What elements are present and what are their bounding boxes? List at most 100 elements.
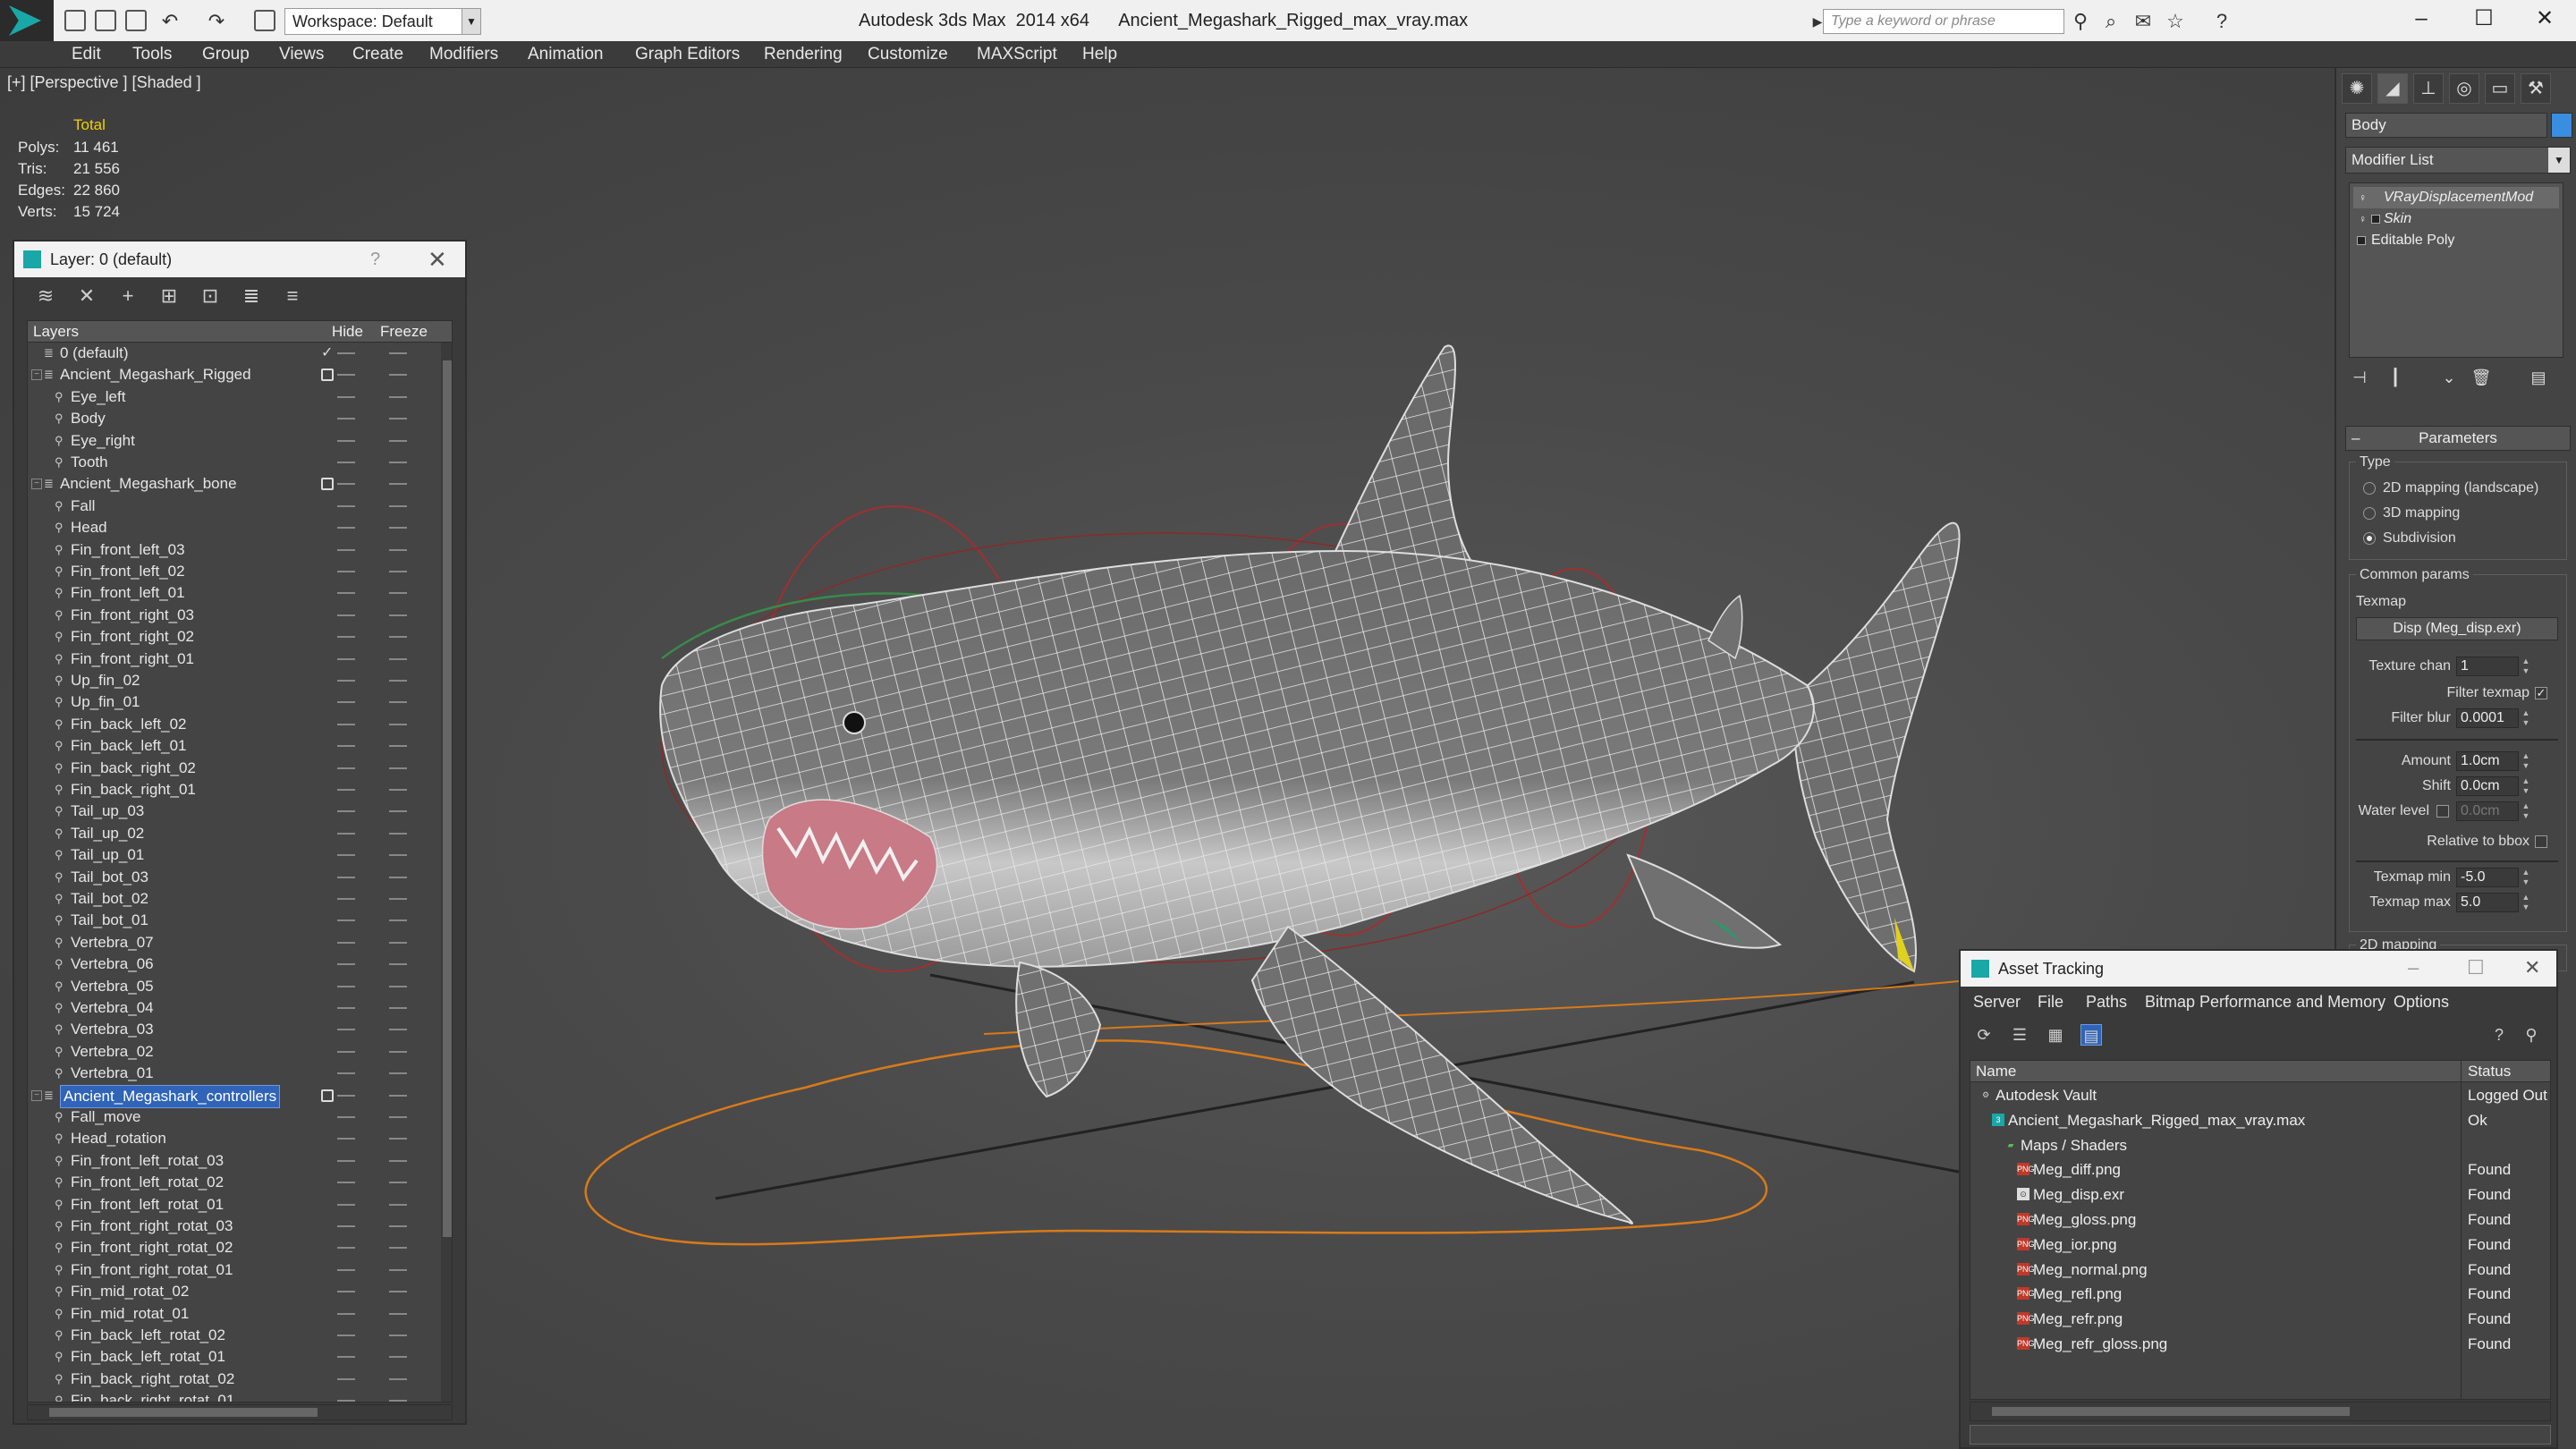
asset-row[interactable]: ⊙ Meg_disp.exr Found — [1970, 1183, 2550, 1207]
hide-toggle[interactable] — [337, 352, 355, 354]
hide-toggle[interactable] — [337, 1268, 355, 1271]
hide-toggle[interactable] — [337, 504, 355, 507]
menu-server[interactable]: Server — [1973, 987, 2021, 1017]
hide-toggle[interactable] — [337, 1138, 355, 1140]
asset-row[interactable]: PNG Meg_ior.png Found — [1970, 1233, 2550, 1257]
current-layer-check-icon[interactable]: ✓ — [321, 346, 335, 360]
freeze-toggle[interactable] — [389, 767, 407, 769]
workspace-select[interactable]: Workspace: Default — [284, 8, 481, 35]
layer-row[interactable]: ⚲ Eye_right — [28, 430, 439, 452]
water-level-checkbox[interactable] — [2436, 805, 2449, 818]
freeze-toggle[interactable] — [389, 723, 407, 725]
hide-toggle[interactable] — [337, 1094, 355, 1097]
close-button[interactable]: ✕ — [2524, 951, 2540, 985]
modifier-stack[interactable]: ♀ VRayDisplacementMod ♀ Skin Editable Poly — [2349, 182, 2563, 358]
remove-modifier-icon[interactable]: 🗑 — [2470, 367, 2492, 388]
menu-maxscript[interactable]: MAXScript — [977, 41, 1057, 68]
layer-row[interactable]: ⚲ Fin_front_left_02 — [28, 561, 439, 582]
freeze-toggle[interactable] — [389, 395, 407, 398]
layer-row[interactable]: ⚲ Vertebra_02 — [28, 1041, 439, 1063]
freeze-toggle[interactable] — [389, 439, 407, 442]
texmap-max-spinner[interactable]: 5.0 — [2456, 893, 2519, 912]
freeze-toggle[interactable] — [389, 854, 407, 857]
expand-icon[interactable] — [2371, 215, 2380, 224]
modifier-list-dropdown[interactable]: Modifier List ▼ — [2345, 147, 2571, 174]
layer-row[interactable]: ⚲ Vertebra_05 — [28, 976, 439, 997]
texture-chan-spinner[interactable]: 1 — [2456, 657, 2519, 676]
layer-row[interactable]: ⚲ Head — [28, 517, 439, 538]
layer-row[interactable]: − ≣ Ancient_Megashark_controllers — [28, 1084, 439, 1108]
object-name-field[interactable]: Body — [2345, 113, 2547, 138]
display-tab-icon[interactable]: ▭ — [2485, 73, 2515, 104]
collapse-icon[interactable]: − — [31, 369, 42, 381]
hide-toggle[interactable] — [337, 745, 355, 748]
asset-row[interactable]: 3 Ancient_Megashark_Rigged_max_vray.max Ok — [1970, 1109, 2550, 1132]
freeze-toggle[interactable] — [389, 1400, 407, 1402]
hide-toggle[interactable] — [337, 941, 355, 944]
layer-row[interactable]: ⚲ Vertebra_01 — [28, 1063, 439, 1084]
column-layers[interactable]: Layers — [33, 321, 79, 343]
hide-toggle[interactable] — [337, 1050, 355, 1053]
menu-animation[interactable]: Animation — [528, 41, 604, 68]
hide-toggle[interactable] — [337, 898, 355, 900]
set-current-layer-icon[interactable] — [321, 1089, 334, 1102]
expand-icon[interactable] — [2357, 236, 2366, 245]
hide-toggle[interactable] — [337, 1335, 355, 1336]
hide-toggle[interactable] — [337, 767, 355, 769]
layer-row[interactable]: ⚲ Fin_front_right_03 — [28, 605, 439, 626]
amount-spinner[interactable]: 1.0cm — [2456, 751, 2519, 771]
hide-toggle[interactable] — [337, 1225, 355, 1227]
menu-file[interactable]: File — [2038, 987, 2063, 1017]
spinner-arrows-icon[interactable]: ▲ ▼ — [2521, 657, 2531, 676]
asset-row[interactable]: PNG Meg_refr.png Found — [1970, 1308, 2550, 1331]
freeze-toggle[interactable] — [389, 985, 407, 987]
set-current-layer-icon[interactable] — [321, 478, 334, 491]
hide-toggle[interactable] — [337, 571, 355, 572]
freeze-toggle[interactable] — [389, 1029, 407, 1031]
layer-row[interactable]: ⚲ Fall_move — [28, 1106, 439, 1128]
thumbnail-view-icon[interactable]: ▦ — [2045, 1024, 2066, 1046]
hide-toggle[interactable] — [337, 418, 355, 420]
filter-blur-spinner[interactable]: 0.0001 — [2456, 708, 2519, 728]
hide-toggle[interactable] — [337, 1247, 355, 1250]
modify-tab-icon[interactable]: ◢ — [2377, 73, 2408, 104]
layer-row[interactable]: ⚲ Head_rotation — [28, 1128, 439, 1149]
minimize-button[interactable]: – — [2408, 951, 2419, 985]
spinner-arrows-icon[interactable]: ▲ ▼ — [2521, 776, 2531, 796]
freeze-toggle[interactable] — [389, 701, 407, 704]
hide-toggle[interactable] — [337, 1291, 355, 1293]
column-name[interactable]: Name — [1976, 1061, 2016, 1082]
hide-toggle[interactable] — [337, 854, 355, 857]
layer-row[interactable]: ⚲ Tail_up_02 — [28, 823, 439, 844]
freeze-toggle[interactable] — [389, 1182, 407, 1184]
layer-row[interactable]: ⚲ Tail_bot_01 — [28, 910, 439, 931]
create-layer-icon[interactable]: + — [116, 284, 140, 308]
layer-row[interactable]: ⚲ Tail_bot_02 — [28, 888, 439, 910]
radio-subdivision[interactable]: Subdivision — [2363, 530, 2456, 547]
table-view-icon[interactable]: ▤ — [2080, 1024, 2102, 1046]
hide-toggle[interactable] — [337, 919, 355, 922]
hide-toggle[interactable] — [337, 1377, 355, 1380]
hide-toggle[interactable] — [337, 1312, 355, 1315]
freeze-toggle[interactable] — [389, 1268, 407, 1271]
menu-graph-editors[interactable]: Graph Editors — [635, 41, 740, 68]
freeze-toggle[interactable] — [389, 810, 407, 813]
column-hide[interactable]: Hide — [332, 321, 363, 343]
configure-sets-icon[interactable]: ▤ — [2528, 367, 2549, 388]
save-file-icon[interactable] — [125, 10, 147, 31]
freeze-toggle[interactable] — [389, 941, 407, 944]
layer-row[interactable]: ⚲ Vertebra_07 — [28, 932, 439, 953]
layer-row[interactable]: ⚲ Fall — [28, 496, 439, 517]
layer-row[interactable]: ⚲ Up_fin_02 — [28, 670, 439, 691]
hide-toggle[interactable] — [337, 527, 355, 530]
layer-row[interactable]: ⚲ Fin_front_left_03 — [28, 539, 439, 561]
help-icon[interactable]: ? — [2211, 11, 2233, 32]
texmap-min-spinner[interactable]: -5.0 — [2456, 868, 2519, 887]
menu-bitmap-performance[interactable]: Bitmap Performance and Memory — [2145, 987, 2385, 1017]
freeze-toggle[interactable] — [389, 1072, 407, 1075]
hide-toggle[interactable] — [337, 876, 355, 878]
layer-row[interactable]: ⚲ Tooth — [28, 452, 439, 473]
binoculars-icon[interactable]: ⚲ — [2070, 11, 2091, 32]
parameters-rollout[interactable]: – Parameters — [2345, 426, 2571, 451]
stack-item-skin[interactable]: ♀ Skin — [2353, 208, 2559, 230]
